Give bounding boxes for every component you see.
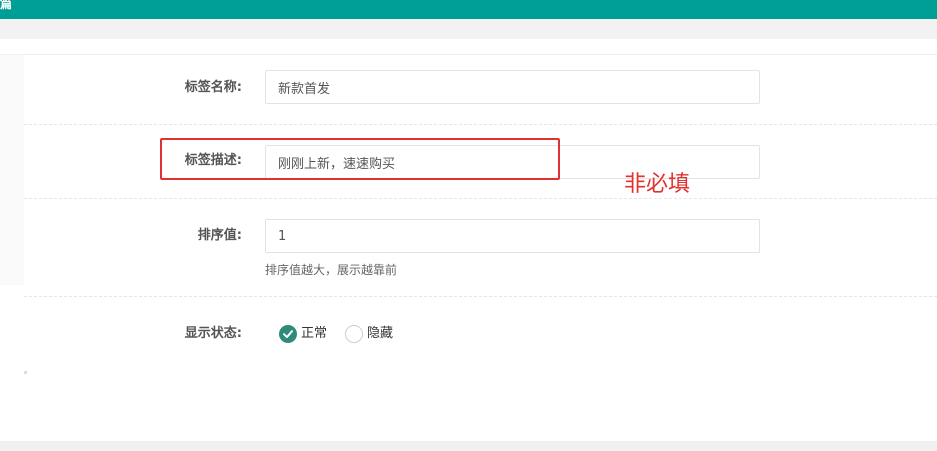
status-option-label: 正常 (301, 326, 328, 341)
annotation-note: 非必填 (624, 172, 691, 197)
header-title-fragment: 篇 (0, 0, 13, 11)
toolbar-strip (0, 19, 937, 39)
check-icon (283, 330, 293, 338)
status-radio-hidden[interactable]: 隐藏 (345, 324, 393, 344)
tag-name-label: 标签名称: (184, 80, 242, 95)
panel-top-border (0, 54, 937, 55)
tag-name-input[interactable] (265, 70, 760, 104)
sort-hint-text: 排序值越大，展示越靠前 (265, 263, 398, 277)
form-divider (24, 296, 937, 297)
radio-checked-indicator (279, 325, 297, 343)
top-header-bar: 篇 (0, 0, 937, 19)
sort-value-label: 排序值: (197, 228, 242, 243)
sort-value-input[interactable] (265, 219, 760, 253)
decorative-mark (24, 371, 27, 374)
left-gutter (0, 55, 24, 285)
form-divider (24, 124, 937, 125)
form-divider (24, 198, 937, 199)
status-option-label: 隐藏 (367, 326, 394, 341)
radio-unchecked-indicator (345, 325, 363, 343)
tag-description-label: 标签描述: (184, 153, 242, 168)
status-radio-normal[interactable]: 正常 (279, 324, 327, 344)
display-status-label: 显示状态: (184, 326, 242, 341)
footer-strip (0, 441, 937, 451)
